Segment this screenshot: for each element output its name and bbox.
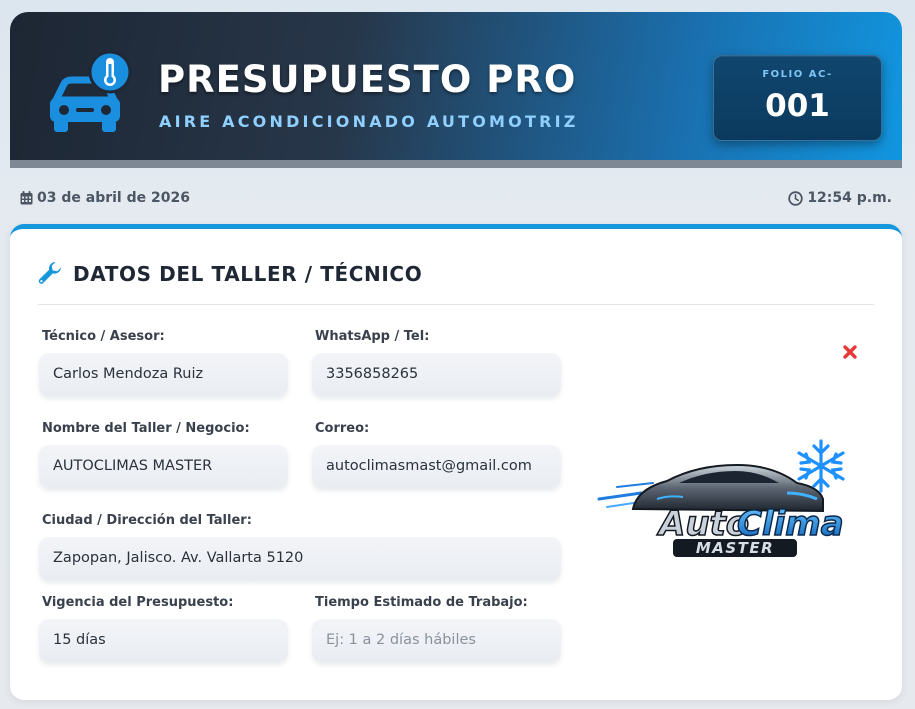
tecnico-input[interactable] xyxy=(39,352,288,396)
app-subtitle: AIRE ACONDICIONADO AUTOMOTRIZ xyxy=(159,112,579,131)
time-display: 12:54 p.m. xyxy=(788,190,892,206)
date-text: 03 de abril de 2026 xyxy=(37,190,190,206)
logo-text-auto: Auto xyxy=(656,504,749,544)
logo-text-master: MASTER xyxy=(696,539,774,557)
vigencia-input[interactable] xyxy=(39,618,288,662)
logo-text-clima: Clima xyxy=(737,504,844,544)
section-divider xyxy=(38,304,874,305)
direccion-input[interactable] xyxy=(39,536,561,580)
section-header: DATOS DEL TALLER / TÉCNICO xyxy=(37,261,422,287)
folio-number: 001 xyxy=(765,88,830,124)
close-icon xyxy=(843,345,857,359)
tiempo-label: Tiempo Estimado de Trabajo: xyxy=(315,595,528,610)
folio-label: FOLIO AC- xyxy=(762,69,833,80)
whatsapp-label: WhatsApp / Tel: xyxy=(315,329,430,344)
car-ac-icon xyxy=(50,50,132,132)
taller-label: Nombre del Taller / Negocio: xyxy=(42,421,250,436)
remove-logo-button[interactable] xyxy=(839,341,861,363)
tiempo-input[interactable] xyxy=(312,618,561,662)
date-display: 03 de abril de 2026 xyxy=(20,190,190,206)
direccion-label: Ciudad / Dirección del Taller: xyxy=(42,513,252,528)
whatsapp-input[interactable] xyxy=(312,352,561,396)
folio-badge: FOLIO AC- 001 xyxy=(713,55,882,141)
section-title: DATOS DEL TALLER / TÉCNICO xyxy=(73,262,423,286)
app-title: PRESUPUESTO PRO xyxy=(158,58,577,101)
taller-card: DATOS DEL TALLER / TÉCNICO Técnico / Ase… xyxy=(10,224,902,700)
correo-label: Correo: xyxy=(315,421,370,436)
app-header: PRESUPUESTO PRO AIRE ACONDICIONADO AUTOM… xyxy=(10,12,902,161)
taller-input[interactable] xyxy=(39,444,288,488)
business-logo: Auto Clima MASTER xyxy=(597,439,845,557)
time-text: 12:54 p.m. xyxy=(807,190,892,206)
calendar-icon xyxy=(20,191,33,205)
vigencia-label: Vigencia del Presupuesto: xyxy=(42,595,234,610)
tecnico-label: Técnico / Asesor: xyxy=(42,329,165,344)
clock-icon xyxy=(788,190,804,206)
header-divider xyxy=(10,160,902,168)
correo-input[interactable] xyxy=(312,444,561,488)
wrench-icon xyxy=(38,262,61,284)
